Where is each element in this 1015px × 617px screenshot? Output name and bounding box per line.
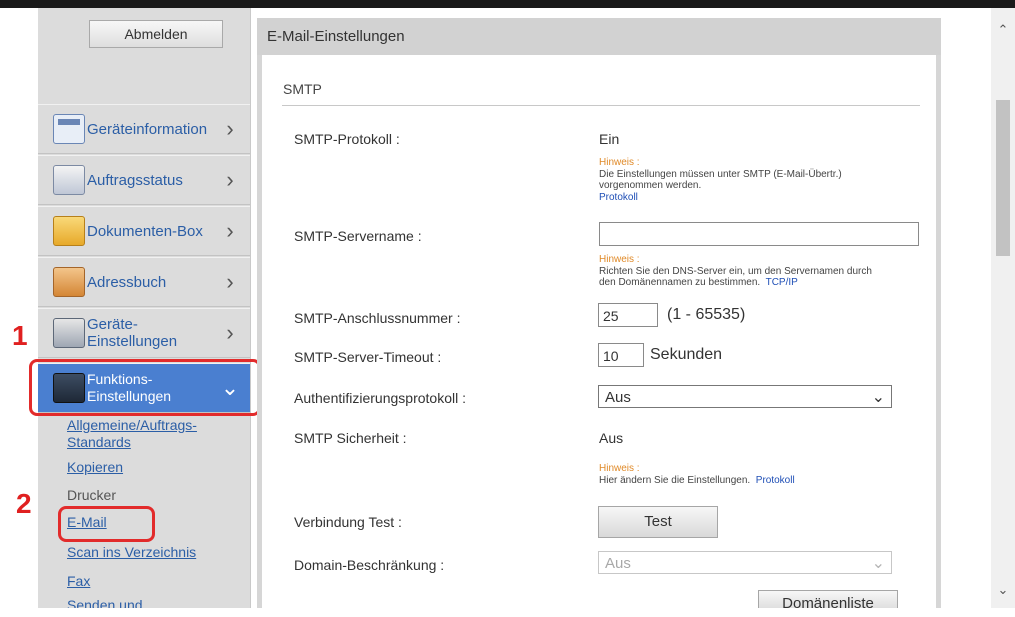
test-button[interactable]: Test [598, 506, 718, 538]
sidebar-subitem-fax[interactable]: Fax [67, 573, 90, 590]
chevron-right-icon: › [226, 269, 234, 294]
address-book-icon [53, 267, 85, 297]
smtp-servername-label: SMTP-Servername : [294, 228, 422, 244]
hint-security: Hinweis : Hier ändern Sie die Einstellun… [599, 463, 795, 486]
smtp-timeout-label: SMTP-Server-Timeout : [294, 349, 442, 365]
connection-test-label: Verbindung Test : [294, 514, 402, 530]
hint-text: Hier ändern Sie die Einstellungen. [599, 474, 751, 486]
chevron-down-icon: ⌄ [871, 555, 885, 572]
window-top-edge [0, 0, 1015, 8]
tcpip-link[interactable]: TCP/IP [766, 277, 798, 288]
document-box-icon [53, 216, 85, 246]
hint-smtp-protocol: Hinweis : Die Einstellungen müssen unter… [599, 157, 842, 203]
step-2-marker: 2 [16, 488, 32, 519]
scroll-thumb[interactable] [996, 100, 1010, 256]
smtp-port-label: SMTP-Anschlussnummer : [294, 310, 461, 326]
step-2-highlight [58, 506, 155, 542]
chevron-right-icon: › [226, 218, 234, 243]
smtp-protocol-value: Ein [599, 131, 620, 147]
smtp-timeout-unit: Sekunden [650, 346, 723, 363]
sidebar-subitem-copy[interactable]: Kopieren [67, 459, 123, 476]
step-1-marker: 1 [12, 320, 28, 351]
panel-border-left [257, 55, 262, 608]
device-info-icon [53, 114, 85, 144]
panel-border-right [936, 55, 941, 608]
hint-text: Die Einstellungen müssen unter SMTP (E-M… [599, 168, 842, 180]
hint-servername: Hinweis : Richten Sie den DNS-Server ein… [599, 254, 872, 289]
sidebar-subitem-send-and[interactable]: Senden und [67, 597, 143, 608]
logout-button[interactable]: Abmelden [89, 20, 223, 48]
smtp-timeout-input[interactable]: 10 [598, 343, 644, 367]
chevron-right-icon: › [226, 167, 234, 192]
hint-text: Richten Sie den DNS-Server ein, um den S… [599, 265, 872, 277]
smtp-servername-input[interactable] [599, 222, 919, 246]
section-divider [282, 105, 920, 106]
sidebar-item-device-settings[interactable]: Geräte- Einstellungen › [38, 308, 250, 358]
auth-protocol-value: Aus [605, 389, 631, 406]
sidebar-subitem-printer[interactable]: Drucker [67, 487, 116, 504]
step-1-highlight [29, 359, 261, 416]
scroll-down-icon[interactable]: ⌄ [991, 582, 1015, 598]
sidebar-item-device-info[interactable]: Geräteinformation › [38, 104, 250, 154]
job-status-icon [53, 165, 85, 195]
device-settings-icon [53, 318, 85, 348]
protocol-link[interactable]: Protokoll [756, 475, 795, 486]
smtp-port-range: (1 - 65535) [667, 306, 746, 323]
smtp-protocol-label: SMTP-Protokoll : [294, 131, 400, 147]
hint-title: Hinweis : [599, 254, 640, 265]
sidebar-item-label: Adressbuch [87, 273, 167, 291]
domain-restriction-value: Aus [605, 555, 631, 572]
smtp-port-input[interactable]: 25 [598, 303, 658, 327]
chevron-down-icon: ⌄ [871, 389, 885, 406]
window-bottom-edge [0, 608, 1015, 615]
scrollbar[interactable]: ⌃ ⌄ [991, 8, 1015, 608]
chevron-right-icon: › [226, 320, 234, 345]
hint-title: Hinweis : [599, 157, 640, 168]
hint-title: Hinweis : [599, 463, 640, 474]
sidebar-subitem-scan-to-folder[interactable]: Scan ins Verzeichnis [67, 544, 196, 561]
hint-text: vorgenommen werden. [599, 180, 702, 191]
sidebar-item-address-book[interactable]: Adressbuch › [38, 257, 250, 307]
sidebar-item-document-box[interactable]: Dokumenten-Box › [38, 206, 250, 256]
scroll-up-icon[interactable]: ⌃ [991, 22, 1015, 38]
section-title: SMTP [283, 81, 322, 97]
smtp-security-label: SMTP Sicherheit : [294, 430, 407, 446]
smtp-security-value: Aus [599, 430, 624, 446]
panel-header: E-Mail-Einstellungen [257, 18, 941, 55]
domain-restriction-label: Domain-Beschränkung : [294, 557, 445, 573]
domain-restriction-select[interactable]: Aus ⌄ [598, 551, 892, 574]
sidebar-item-label: Geräte- Einstellungen [87, 316, 178, 350]
hint-text: den Domänennamen zu bestimmen. [599, 277, 761, 288]
auth-protocol-select[interactable]: Aus ⌄ [598, 385, 892, 408]
sidebar-item-job-status[interactable]: Auftragsstatus › [38, 155, 250, 205]
sidebar-item-label: Dokumenten-Box [87, 222, 203, 240]
sidebar-item-label: Geräteinformation [87, 120, 208, 138]
sidebar-item-label: Auftragsstatus [87, 171, 183, 189]
protocol-link[interactable]: Protokoll [599, 192, 638, 203]
auth-protocol-label: Authentifizierungsprotokoll : [294, 390, 466, 406]
chevron-right-icon: › [226, 116, 234, 141]
page-title: E-Mail-Einstellungen [267, 28, 405, 45]
sidebar-subitem-general-job-defaults[interactable]: Allgemeine/Auftrags- Standards [67, 417, 197, 451]
